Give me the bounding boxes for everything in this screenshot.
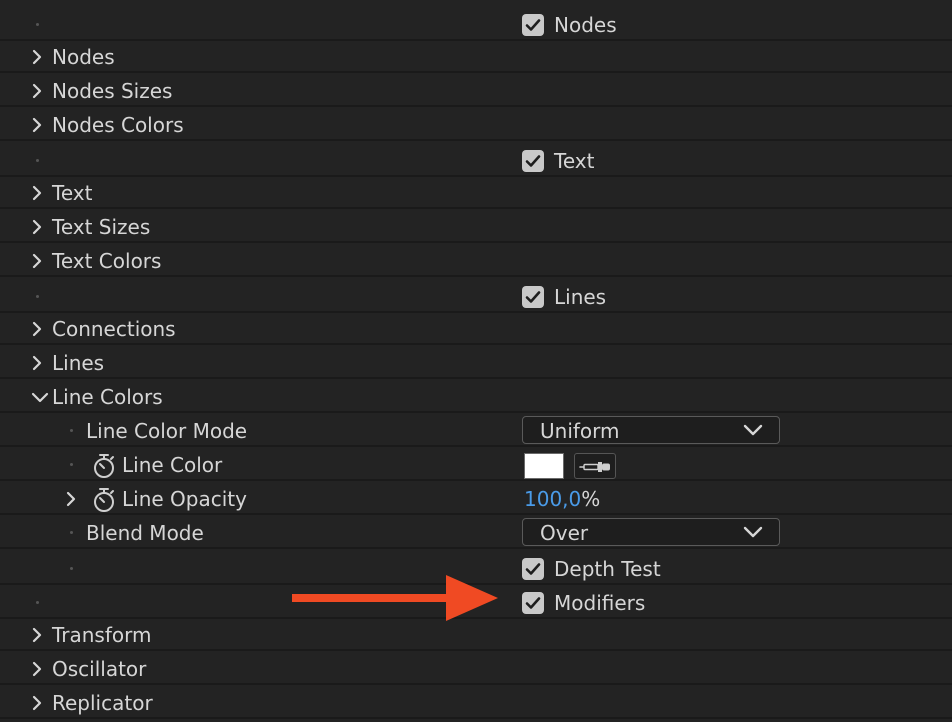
row-bullet xyxy=(70,429,73,432)
replicator-row[interactable]: Replicator xyxy=(0,687,952,719)
chevron-right-icon[interactable] xyxy=(30,695,44,711)
text-group-row[interactable]: Text xyxy=(0,177,952,209)
row-bullet xyxy=(36,601,39,604)
stopwatch-icon[interactable] xyxy=(92,453,116,479)
checkmark-icon xyxy=(522,150,544,172)
nodes-checkbox[interactable]: Nodes xyxy=(522,12,617,38)
chevron-down-icon[interactable] xyxy=(31,391,49,405)
line-opacity-unit: % xyxy=(581,487,601,511)
text-sizes-row[interactable]: Text Sizes xyxy=(0,211,952,243)
line-opacity-row[interactable]: Line Opacity 100,0% xyxy=(0,483,952,515)
line-color-row: Line Color xyxy=(0,449,952,481)
line-opacity-number[interactable]: 100,0 xyxy=(524,487,581,511)
transform-label: Transform xyxy=(52,623,152,647)
blend-mode-label: Blend Mode xyxy=(86,521,204,545)
line-colors-label: Line Colors xyxy=(52,385,163,409)
depth-test-label: Depth Test xyxy=(554,557,661,581)
oscillator-row[interactable]: Oscillator xyxy=(0,653,952,685)
line-opacity-label: Line Opacity xyxy=(122,487,247,511)
lines-group-label: Lines xyxy=(52,351,105,375)
chevron-right-icon[interactable] xyxy=(30,355,44,371)
text-checkbox[interactable]: Text xyxy=(522,148,594,174)
nodes-colors-label: Nodes Colors xyxy=(52,113,184,137)
nodes-colors-row[interactable]: Nodes Colors xyxy=(0,109,952,141)
blend-mode-value: Over xyxy=(540,521,589,545)
eyedropper-icon xyxy=(579,462,610,472)
row-bullet xyxy=(36,295,39,298)
line-color-swatch[interactable] xyxy=(524,453,564,479)
chevron-down-icon xyxy=(743,424,763,436)
eyedropper-button[interactable] xyxy=(574,453,616,479)
chevron-right-icon[interactable] xyxy=(30,185,44,201)
connections-row[interactable]: Connections xyxy=(0,313,952,345)
text-group-label: Text xyxy=(52,181,93,205)
blend-mode-dropdown[interactable]: Over xyxy=(522,518,780,546)
connections-label: Connections xyxy=(52,317,176,341)
blend-mode-row: Blend Mode Over xyxy=(0,517,952,549)
row-bullet xyxy=(70,531,73,534)
depth-test-checkbox[interactable]: Depth Test xyxy=(522,556,661,582)
chevron-right-icon[interactable] xyxy=(30,49,44,65)
row-bullet xyxy=(70,567,73,570)
chevron-right-icon[interactable] xyxy=(64,491,78,507)
modifiers-label: Modifiers xyxy=(554,591,646,615)
chevron-right-icon[interactable] xyxy=(30,627,44,643)
arrow-right-icon xyxy=(292,575,498,621)
replicator-label: Replicator xyxy=(52,691,153,715)
nodes-group-row[interactable]: Nodes xyxy=(0,41,952,73)
text-toggle-row: Text xyxy=(0,145,952,177)
text-checkbox-label: Text xyxy=(554,149,595,173)
line-colors-row[interactable]: Line Colors xyxy=(0,381,952,413)
text-colors-label: Text Colors xyxy=(52,249,162,273)
chevron-right-icon[interactable] xyxy=(30,83,44,99)
lines-toggle-row: Lines xyxy=(0,281,952,313)
checkmark-icon xyxy=(522,14,544,36)
stopwatch-icon[interactable] xyxy=(92,487,116,513)
nodes-sizes-label: Nodes Sizes xyxy=(52,79,173,103)
line-color-mode-label: Line Color Mode xyxy=(86,419,248,443)
chevron-right-icon[interactable] xyxy=(30,253,44,269)
oscillator-label: Oscillator xyxy=(52,657,147,681)
checkmark-icon xyxy=(522,592,544,614)
chevron-right-icon[interactable] xyxy=(30,117,44,133)
chevron-right-icon[interactable] xyxy=(30,661,44,677)
text-colors-row[interactable]: Text Colors xyxy=(0,245,952,277)
nodes-sizes-row[interactable]: Nodes Sizes xyxy=(0,75,952,107)
nodes-toggle-row: Nodes xyxy=(0,9,952,41)
line-color-mode-dropdown[interactable]: Uniform xyxy=(522,416,780,444)
lines-group-row[interactable]: Lines xyxy=(0,347,952,379)
row-bullet xyxy=(36,23,39,26)
effect-controls-panel: Nodes Nodes Nodes Sizes Nodes Colors Tex… xyxy=(0,0,952,722)
line-color-label: Line Color xyxy=(122,453,223,477)
checkmark-icon xyxy=(522,558,544,580)
line-color-mode-value: Uniform xyxy=(540,419,620,443)
nodes-checkbox-label: Nodes xyxy=(554,13,617,37)
nodes-group-label: Nodes xyxy=(52,45,115,69)
checkmark-icon xyxy=(522,286,544,308)
lines-checkbox-label: Lines xyxy=(554,285,607,309)
chevron-down-icon xyxy=(743,526,763,538)
chevron-right-icon[interactable] xyxy=(30,321,44,337)
text-sizes-label: Text Sizes xyxy=(52,215,151,239)
line-opacity-value: 100,0% xyxy=(524,486,600,512)
chevron-right-icon[interactable] xyxy=(30,219,44,235)
row-bullet xyxy=(70,463,73,466)
row-bullet xyxy=(36,159,39,162)
lines-checkbox[interactable]: Lines xyxy=(522,284,606,310)
modifiers-checkbox[interactable]: Modifiers xyxy=(522,590,645,616)
line-color-mode-row: Line Color Mode Uniform xyxy=(0,415,952,447)
